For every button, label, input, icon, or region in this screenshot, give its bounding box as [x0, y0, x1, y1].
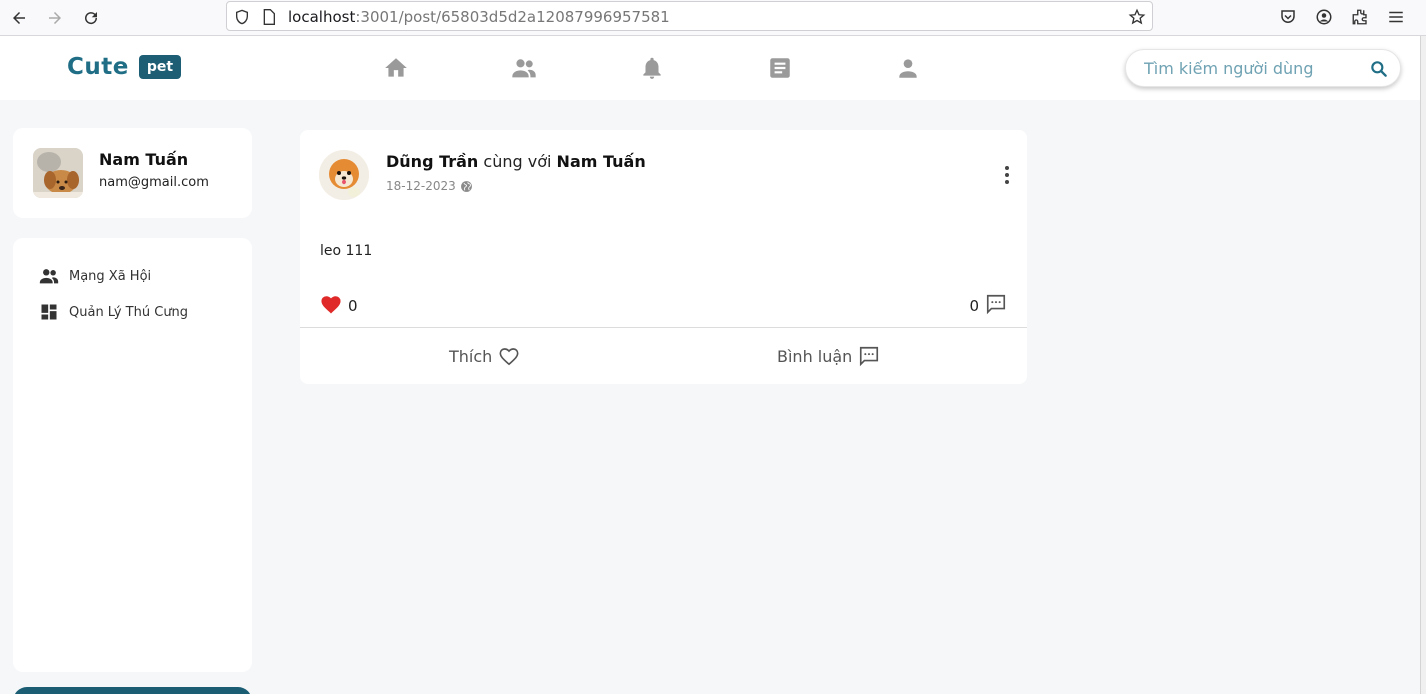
heart-outline-icon	[498, 345, 520, 367]
bookmark-star-icon[interactable]	[1128, 8, 1146, 26]
shield-icon[interactable]	[233, 8, 251, 26]
forward-icon[interactable]	[43, 6, 67, 30]
profile-card[interactable]: Nam Tuấn nam@gmail.com	[13, 128, 252, 218]
home-icon[interactable]	[382, 54, 410, 82]
article-icon[interactable]	[766, 54, 794, 82]
browser-toolbar: localhost:3001/post/65803d5d2a1208799695…	[0, 0, 1426, 36]
menu-icon[interactable]	[1385, 6, 1407, 28]
post-content: leo 111	[320, 243, 373, 259]
post-header: Dũng Trần cùng với Nam Tuấn	[386, 152, 646, 171]
dashboard-icon	[37, 300, 61, 324]
url-bar[interactable]: localhost:3001/post/65803d5d2a1208799695…	[226, 1, 1153, 31]
globe-icon	[460, 178, 474, 192]
comments-summary[interactable]: 0	[969, 293, 1007, 319]
logo-text: Cute	[67, 54, 129, 80]
post-tagged-name[interactable]: Nam Tuấn	[557, 152, 646, 171]
like-button[interactable]: Thích	[449, 342, 520, 370]
search-icon[interactable]	[1368, 58, 1390, 80]
comment-icon	[985, 293, 1007, 319]
comment-button[interactable]: Bình luận	[777, 342, 880, 370]
back-icon[interactable]	[7, 6, 31, 30]
reload-icon[interactable]	[79, 6, 103, 30]
post-date: 18-12-2023	[386, 179, 456, 193]
search-input[interactable]	[1144, 59, 1354, 78]
post-author-avatar[interactable]	[319, 150, 369, 200]
extensions-icon[interactable]	[1349, 6, 1371, 28]
profile-name[interactable]: Nam Tuấn	[99, 150, 188, 169]
comment-button-label: Bình luận	[777, 346, 853, 366]
sidebar-item-social[interactable]: Mạng Xã Hội	[37, 264, 151, 288]
post-with-text: cùng với	[483, 152, 552, 171]
user-search-box	[1125, 49, 1401, 87]
heart-filled-icon	[320, 294, 342, 318]
sidebar-item-pet-management[interactable]: Quản Lý Thú Cưng	[37, 300, 188, 324]
like-count: 0	[348, 297, 358, 315]
bell-icon[interactable]	[638, 54, 666, 82]
post-divider	[300, 327, 1027, 328]
logo-badge: pet	[138, 55, 182, 79]
logo[interactable]: Cute pet	[67, 54, 182, 80]
group-icon	[37, 264, 61, 288]
post-card: Dũng Trần cùng với Nam Tuấn 18-12-2023 l…	[300, 130, 1027, 384]
comment-count: 0	[969, 297, 979, 315]
avatar[interactable]	[33, 148, 83, 198]
comment-icon	[858, 345, 880, 367]
pocket-icon[interactable]	[1277, 6, 1299, 28]
sidebar-bottom-button[interactable]	[13, 687, 252, 694]
likes-summary[interactable]: 0	[320, 294, 358, 318]
app-header: Cute pet	[0, 36, 1420, 100]
sidebar-menu: Mạng Xã Hội Quản Lý Thú Cưng	[13, 238, 252, 672]
like-button-label: Thích	[449, 346, 493, 366]
page-icon	[260, 8, 278, 26]
sidebar-item-label: Mạng Xã Hội	[69, 268, 152, 284]
sidebar-item-label: Quản Lý Thú Cưng	[69, 304, 189, 320]
more-options-icon[interactable]	[1001, 164, 1013, 186]
friends-icon[interactable]	[510, 54, 538, 82]
profile-email: nam@gmail.com	[99, 175, 209, 190]
account-icon[interactable]	[1313, 6, 1335, 28]
person-icon[interactable]	[894, 54, 922, 82]
url-text: localhost:3001/post/65803d5d2a1208799695…	[288, 8, 670, 26]
post-author-name[interactable]: Dũng Trần	[386, 152, 478, 171]
scrollbar[interactable]	[1420, 36, 1426, 694]
